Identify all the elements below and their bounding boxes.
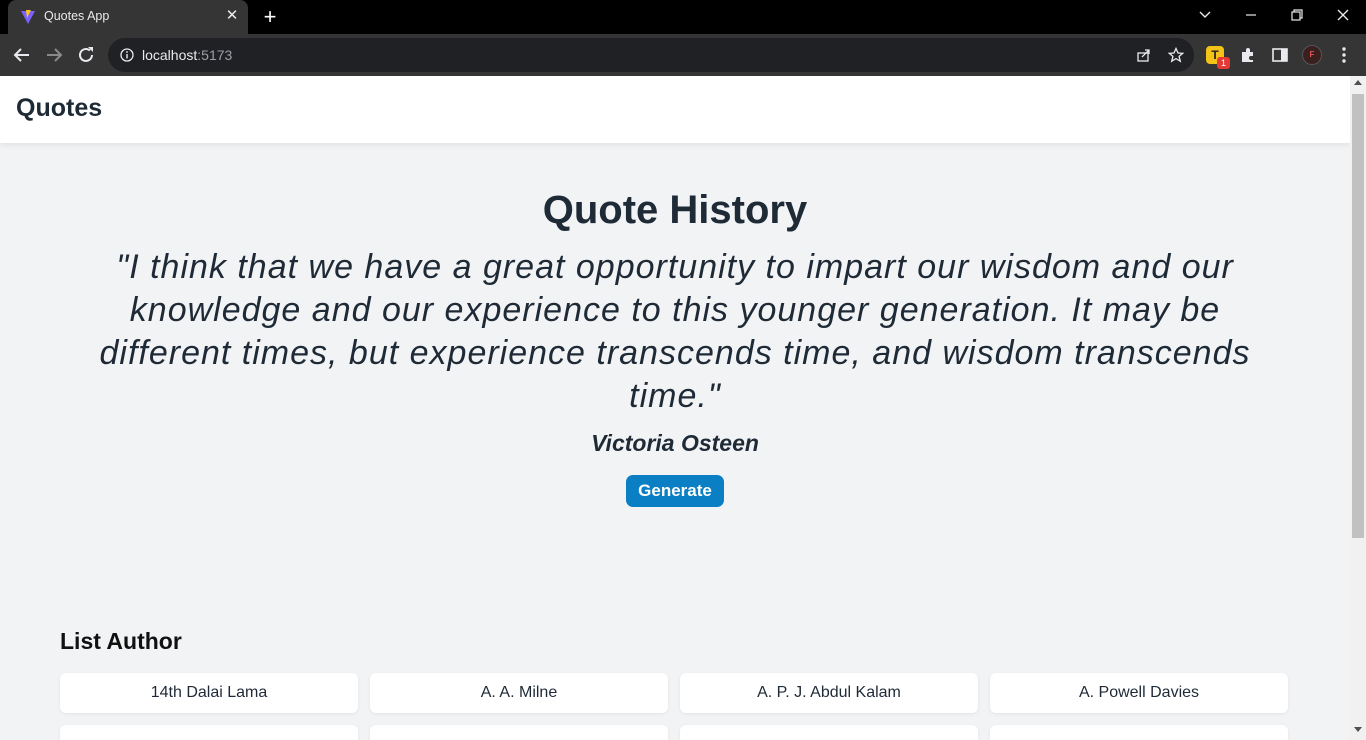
side-panel-icon[interactable] [1271, 46, 1289, 64]
vite-logo-icon [21, 10, 35, 24]
app-brand[interactable]: Quotes [16, 94, 102, 123]
url-text: localhost:5173 [142, 47, 233, 63]
author-card[interactable]: A. A. Milne [370, 673, 668, 713]
browser-menu-icon[interactable] [1336, 46, 1352, 64]
tab-title: Quotes App [44, 9, 110, 23]
forward-arrow-icon[interactable] [43, 44, 65, 66]
scrollbar-thumb[interactable] [1352, 94, 1364, 538]
site-info-icon[interactable] [120, 48, 134, 62]
page-viewport: Quotes Quote History "I think that we ha… [0, 76, 1350, 740]
author-card[interactable]: A. Powell Davies [990, 673, 1288, 713]
bookmark-star-icon[interactable] [1168, 47, 1184, 63]
tab-close-icon[interactable]: ✕ [224, 8, 240, 24]
author-card[interactable] [370, 725, 668, 740]
window-close-icon[interactable] [1320, 0, 1366, 30]
author-grid: 14th Dalai Lama A. A. Milne A. P. J. Abd… [60, 673, 1290, 740]
author-card[interactable]: A. P. J. Abdul Kalam [680, 673, 978, 713]
back-arrow-icon[interactable] [11, 44, 33, 66]
author-card[interactable]: 14th Dalai Lama [60, 673, 358, 713]
quote-author: Victoria Osteen [591, 430, 759, 456]
browser-toolbar: localhost:5173 T 1 F [0, 34, 1366, 76]
minimize-icon[interactable] [1228, 0, 1274, 30]
scroll-down-arrow-icon[interactable] [1354, 727, 1362, 732]
author-card[interactable] [990, 725, 1288, 740]
quote-section: Quote History "I think that we have a gr… [0, 188, 1350, 507]
reload-icon[interactable] [75, 44, 97, 66]
restore-icon[interactable] [1274, 0, 1320, 30]
app-header: Quotes [0, 76, 1350, 143]
quote-text: "I think that we have a great opportunit… [99, 248, 1251, 415]
address-bar[interactable]: localhost:5173 [108, 38, 1194, 72]
generate-button[interactable]: Generate [626, 475, 724, 507]
browser-tab-bar: Quotes App ✕ + [0, 0, 1366, 34]
profile-avatar[interactable]: F [1302, 45, 1322, 65]
page-title: Quote History [542, 188, 808, 232]
scroll-up-arrow-icon[interactable] [1354, 80, 1362, 85]
extension-badge-count: 1 [1217, 57, 1230, 69]
share-icon[interactable] [1136, 47, 1152, 63]
browser-tab[interactable]: Quotes App ✕ [8, 0, 248, 34]
new-tab-plus-icon[interactable]: + [258, 6, 282, 28]
author-list-section: List Author 14th Dalai Lama A. A. Milne … [60, 628, 1290, 740]
extensions-puzzle-icon[interactable] [1239, 46, 1257, 64]
author-card[interactable] [680, 725, 978, 740]
tab-search-chevron-icon[interactable] [1182, 0, 1228, 30]
author-list-title: List Author [60, 628, 182, 654]
author-card[interactable] [60, 725, 358, 740]
